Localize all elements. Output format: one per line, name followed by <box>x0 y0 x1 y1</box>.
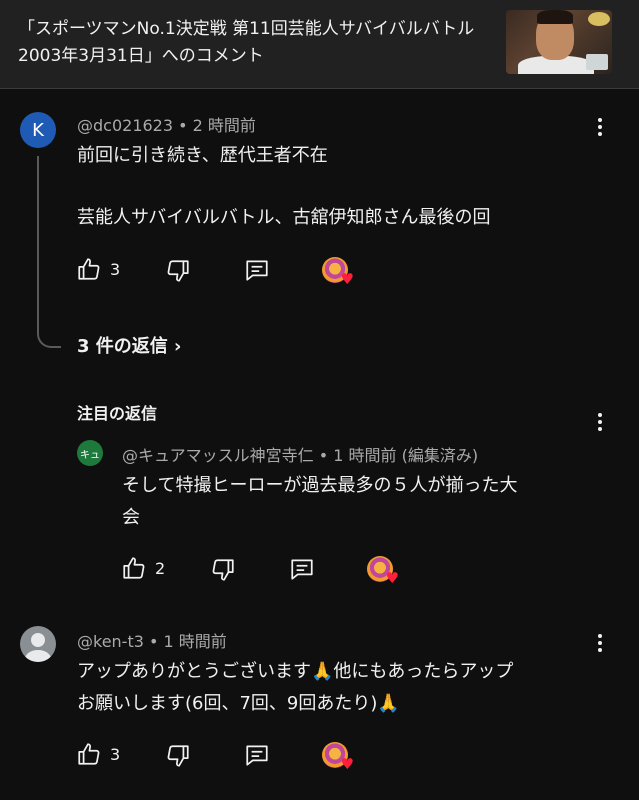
thread-connector-line <box>37 156 61 348</box>
dislike-button[interactable] <box>165 743 191 769</box>
reply-text-line: 会 <box>122 507 140 528</box>
avatar[interactable]: K <box>20 112 56 148</box>
view-replies-link[interactable]: 3 件の返信 › <box>77 332 181 358</box>
comment-meta[interactable]: @dc021623 • 2 時間前 <box>77 112 256 136</box>
thumbs-up-icon <box>123 557 145 579</box>
comment-icon <box>246 745 268 766</box>
reply-button[interactable] <box>244 257 270 283</box>
more-vert-icon[interactable] <box>597 634 603 656</box>
avatar[interactable]: キュ <box>77 440 103 466</box>
like-button[interactable]: 3 <box>76 256 120 282</box>
thumbs-down-icon <box>167 745 189 767</box>
thumbs-up-icon <box>78 743 100 765</box>
comment-text-line: 芸能人サバイバルバトル、古舘伊知郎さん最後の回 <box>77 207 491 228</box>
featured-replies-label: 注目の返信 <box>77 404 158 423</box>
dislike-button[interactable] <box>165 258 191 284</box>
comment-icon <box>246 260 268 281</box>
creator-heart-icon[interactable]: ♥ <box>322 257 354 287</box>
creator-heart-icon[interactable]: ♥ <box>367 556 399 586</box>
thumbs-up-icon <box>78 258 100 280</box>
reply-button[interactable] <box>244 742 270 768</box>
comment-icon <box>291 559 313 580</box>
dislike-button[interactable] <box>210 557 236 583</box>
like-button[interactable]: 2 <box>121 555 165 581</box>
like-count: 3 <box>110 259 121 279</box>
reply-button[interactable] <box>289 556 315 582</box>
more-vert-icon[interactable] <box>597 118 603 140</box>
thumbs-down-icon <box>212 559 234 581</box>
more-vert-icon[interactable] <box>597 413 603 435</box>
comment-text-line: 前回に引き続き、歴代王者不在 <box>77 145 328 166</box>
video-thumbnail[interactable] <box>506 10 612 74</box>
like-button[interactable]: 3 <box>76 741 120 767</box>
like-count: 2 <box>155 558 166 578</box>
comment-text-line: アップありがとうございます🙏他にもあったらアップ <box>77 661 514 682</box>
creator-heart-icon[interactable]: ♥ <box>322 742 354 772</box>
thumbs-down-icon <box>167 260 189 282</box>
like-count: 3 <box>110 744 121 764</box>
comment-text-line: お願いします(6回、7回、9回あたり)🙏 <box>77 693 400 714</box>
reply-meta[interactable]: @キュアマッスル神宮寺仁 • 1 時間前 (編集済み) <box>122 442 478 466</box>
reply-text-line: そして特撮ヒーローが過去最多の５人が揃った大 <box>122 475 518 496</box>
video-title: 「スポーツマンNo.1決定戦 第11回芸能人サバイバルバトル 2003年3月31… <box>18 19 475 66</box>
avatar[interactable] <box>20 626 56 662</box>
comments-header: 「スポーツマンNo.1決定戦 第11回芸能人サバイバルバトル 2003年3月31… <box>0 0 639 89</box>
comment-meta[interactable]: @ken-t3 • 1 時間前 <box>77 628 227 652</box>
